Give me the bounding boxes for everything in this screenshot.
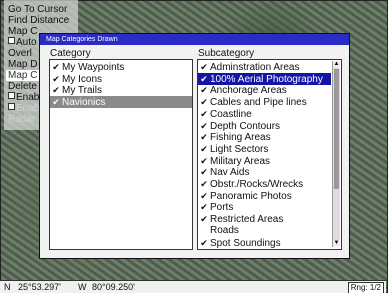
checkmark-icon[interactable]: ✔	[198, 61, 210, 73]
menu-item-label: Radar	[8, 114, 36, 125]
list-item-label: Panoramic Photos	[210, 190, 292, 202]
menu-item-label: Overl	[8, 48, 32, 59]
list-item-label: My Trails	[62, 85, 102, 97]
list-item[interactable]: ✔ My Icons	[50, 73, 192, 85]
category-list[interactable]: ✔ My Waypoints ✔ My Icons ✔ My Trails ✔ Navioni…	[49, 59, 193, 250]
checkmark-icon[interactable]: ✔	[198, 131, 210, 143]
scroll-thumb[interactable]	[334, 69, 339, 189]
menu-item[interactable]: Map C	[8, 26, 37, 37]
list-item[interactable]: ✔ Nav Aids	[198, 166, 331, 178]
dialog-titlebar: Map Categories Drawn	[40, 34, 349, 45]
list-item[interactable]: ✔ My Trails	[50, 84, 192, 96]
menu-item-label: Map C	[8, 70, 38, 81]
latitude-hemisphere: N	[4, 282, 11, 292]
list-item[interactable]: ✔ Anchorage Areas	[198, 84, 331, 96]
list-item[interactable]: ✔ Obstr./Rocks/Wrecks	[198, 178, 331, 190]
scroll-up-arrow-icon[interactable]: ▲	[333, 61, 340, 68]
category-header: Category	[50, 48, 91, 59]
list-item-label: Spot Soundings	[210, 237, 281, 249]
list-item-label: Navionics	[62, 97, 106, 109]
menu-item-label: Go To Cursor	[8, 4, 68, 15]
scroll-down-arrow-icon[interactable]: ▼	[333, 240, 340, 247]
list-item-label: 100% Aerial Photography	[210, 73, 323, 85]
menu-item[interactable]: Map D	[8, 59, 37, 70]
menu-item-label: Find Distance	[8, 15, 70, 26]
list-item[interactable]: ✔ Cables and Pipe lines	[198, 96, 331, 108]
list-item[interactable]: ✔ Fishing Areas	[198, 131, 331, 143]
checkmark-icon[interactable]: ✔	[198, 143, 210, 155]
list-item[interactable]: ✔ My Waypoints	[50, 61, 192, 73]
list-item-label: Roads	[210, 224, 239, 236]
list-item-label: Anchorage Areas	[210, 85, 287, 97]
menu-item[interactable]: Radar	[8, 114, 35, 125]
checkbox-icon[interactable]	[8, 103, 15, 110]
list-item-label: Light Sectors	[210, 143, 269, 155]
list-item-label: Ports	[210, 202, 234, 214]
checkbox-icon[interactable]	[8, 37, 15, 44]
list-item[interactable]: ✔ Spot Soundings	[198, 237, 331, 249]
list-item[interactable]: ✔ Depth Contours	[198, 120, 331, 132]
list-item-label: Depth Contours	[210, 120, 281, 132]
checkbox-icon[interactable]	[8, 92, 15, 99]
longitude-value: 80°09.250'	[92, 282, 135, 292]
subcategory-list[interactable]: ▲ ▼ ✔ Adminstration Areas ✔ 100% Aerial Pho…	[197, 59, 342, 250]
status-bar: N 25°53.297' W 80°09.250' Rng: 1/2	[0, 280, 386, 293]
menu-item-label: Map C	[8, 26, 38, 37]
menu-item-label: Auto	[16, 37, 37, 48]
list-item[interactable]: ✔ 100% Aerial Photography	[198, 72, 331, 85]
menu-item[interactable]: Map C	[6, 70, 40, 81]
list-item-label: Restricted Areas	[210, 214, 284, 226]
checkmark-icon[interactable]: ✔	[198, 166, 210, 178]
dialog-title: Map Categories Drawn	[46, 36, 118, 43]
menu-item[interactable]: Find Distance	[8, 15, 69, 26]
list-item-label: Cables and Pipe lines	[210, 97, 307, 109]
list-item[interactable]: ✔ Military Areas	[198, 155, 331, 167]
list-item-label: Nav Aids	[210, 167, 250, 179]
checkmark-icon[interactable]: ✔	[198, 96, 210, 108]
checkmark-icon[interactable]: ✔	[50, 84, 62, 96]
checkmark-icon[interactable]: ✔	[198, 190, 210, 202]
map-categories-dialog: Map Categories Drawn Category Subcategor…	[39, 33, 350, 259]
latitude-value: 25°53.297'	[18, 282, 61, 292]
checkmark-icon[interactable]: ✔	[198, 108, 210, 120]
list-item-label: My Waypoints	[62, 62, 125, 73]
list-item-label: Coastline	[210, 108, 252, 120]
menu-item[interactable]: Delete	[8, 81, 37, 92]
chart-screen: Go To Cursor Find Distance Map C Auto Overl M…	[0, 0, 388, 293]
subcategory-scrollbar[interactable]: ▲ ▼	[332, 61, 340, 247]
checkmark-icon[interactable]: ✔	[50, 73, 62, 85]
checkmark-icon[interactable]: ✔	[198, 201, 210, 213]
subcategory-header: Subcategory	[198, 48, 255, 59]
list-item-label: Military Areas	[210, 155, 271, 167]
checkmark-icon[interactable]: ✔	[198, 120, 210, 132]
checkmark-icon[interactable]: ✔	[198, 155, 210, 167]
menu-item[interactable]: Go To Cursor	[8, 4, 67, 15]
checkmark-icon[interactable]: ✔	[198, 84, 210, 96]
list-item[interactable]: ✔ Ports	[198, 201, 331, 213]
list-item[interactable]: ✔ Restricted Areas	[198, 213, 331, 225]
longitude-hemisphere: W	[78, 282, 87, 292]
list-item[interactable]: ✔ Panoramic Photos	[198, 190, 331, 202]
list-item[interactable]: ✔ Navionics	[50, 96, 192, 109]
menu-item[interactable]: Auto	[8, 37, 37, 48]
list-item[interactable]: Roads	[198, 225, 331, 237]
checkmark-icon[interactable]: ✔	[198, 73, 210, 85]
range-indicator[interactable]: Rng: 1/2	[347, 282, 384, 293]
list-item-label: Obstr./Rocks/Wrecks	[210, 179, 304, 190]
list-item-label: Fishing Areas	[210, 132, 271, 144]
list-item-label: Adminstration Areas	[210, 62, 300, 73]
menu-item[interactable]: Overl	[8, 48, 32, 59]
list-item-label: My Icons	[62, 73, 103, 85]
list-item[interactable]: ✔ Adminstration Areas	[198, 61, 331, 73]
menu-item-label: Map D	[8, 59, 38, 70]
checkmark-icon[interactable]: ✔	[50, 61, 62, 73]
checkmark-icon[interactable]: ✔	[198, 237, 210, 249]
menu-item-label: Delete	[8, 81, 37, 92]
list-item[interactable]: ✔ Light Sectors	[198, 143, 331, 155]
checkmark-icon[interactable]: ✔	[198, 213, 210, 225]
list-item[interactable]: ✔ Coastline	[198, 108, 331, 120]
checkmark-icon[interactable]: ✔	[198, 178, 210, 190]
checkmark-icon[interactable]: ✔	[50, 96, 62, 108]
